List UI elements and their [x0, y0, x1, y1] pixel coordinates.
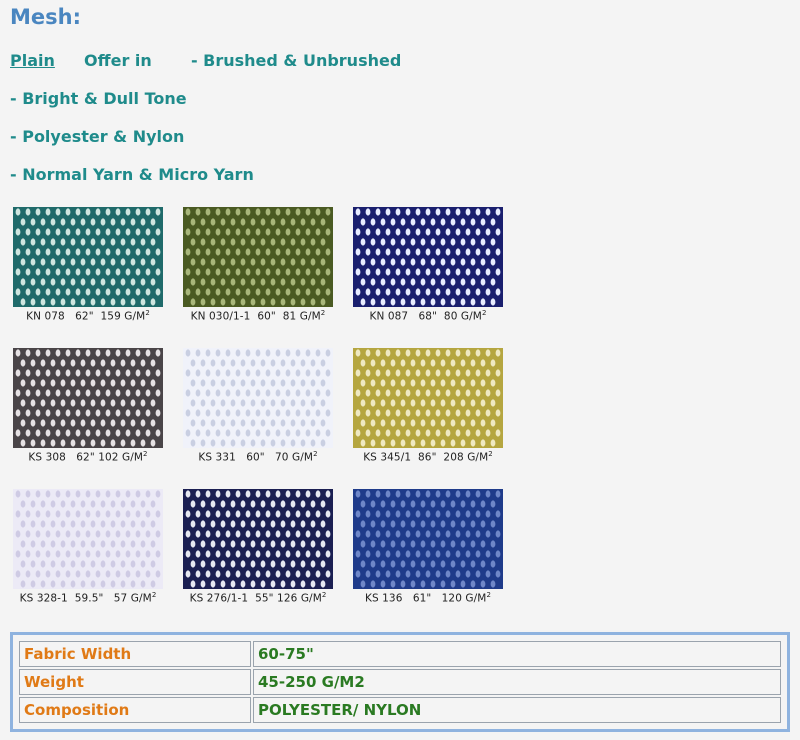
swatch-item[interactable]: KS 136 61" 120 G/M2: [353, 489, 503, 607]
spec-table-frame: Fabric Width 60-75" Weight 45-250 G/M2 C…: [10, 632, 790, 732]
spec-label-fabric-width: Fabric Width: [19, 641, 251, 667]
spec-label-weight: Weight: [19, 669, 251, 695]
swatch-caption: KN 030/1-1 60" 81 G/M2: [190, 309, 326, 323]
swatch-caption: KS 328-1 59.5" 57 G/M2: [19, 591, 157, 605]
swatch-caption: KS 136 61" 120 G/M2: [364, 591, 492, 605]
swatch-item[interactable]: KS 308 62" 102 G/M2: [13, 348, 163, 466]
feature-row-1: Plain Offer in - Brushed & Unbrushed: [10, 51, 401, 70]
feature-bright-dull: - Bright & Dull Tone: [10, 89, 187, 108]
table-row: Weight 45-250 G/M2: [19, 669, 781, 695]
swatch-item[interactable]: KN 030/1-1 60" 81 G/M2: [183, 207, 333, 325]
mesh-swatch-image: [353, 207, 503, 307]
spec-value-weight: 45-250 G/M2: [253, 669, 781, 695]
plain-link[interactable]: Plain: [10, 51, 55, 70]
swatch-item[interactable]: KN 078 62" 159 G/M2: [13, 207, 163, 325]
table-row: Composition POLYESTER/ NYLON: [19, 697, 781, 723]
swatch-caption: KN 087 68" 80 G/M2: [369, 309, 487, 323]
swatch-item[interactable]: KS 331 60" 70 G/M2: [183, 348, 333, 466]
table-row: Fabric Width 60-75": [19, 641, 781, 667]
mesh-swatch-image: [13, 348, 163, 448]
swatch-caption: KN 078 62" 159 G/M2: [26, 309, 150, 323]
mesh-swatch-image: [13, 489, 163, 589]
mesh-swatch-image: [353, 348, 503, 448]
swatch-caption: KS 276/1-1 55" 126 G/M2: [189, 591, 327, 605]
swatch-item[interactable]: KS 345/1 86" 208 G/M2: [353, 348, 503, 466]
spec-value-composition: POLYESTER/ NYLON: [253, 697, 781, 723]
offer-in-label: Offer in: [84, 51, 152, 70]
swatch-item[interactable]: KS 328-1 59.5" 57 G/M2: [13, 489, 163, 607]
feature-yarn: - Normal Yarn & Micro Yarn: [10, 165, 254, 184]
spec-label-composition: Composition: [19, 697, 251, 723]
spec-value-fabric-width: 60-75": [253, 641, 781, 667]
swatch-item[interactable]: KS 276/1-1 55" 126 G/M2: [183, 489, 333, 607]
mesh-swatch-image: [183, 348, 333, 448]
swatch-item[interactable]: KN 087 68" 80 G/M2: [353, 207, 503, 325]
mesh-swatch-image: [13, 207, 163, 307]
mesh-swatch-image: [183, 489, 333, 589]
swatch-caption: KS 345/1 86" 208 G/M2: [363, 450, 493, 464]
spec-table: Fabric Width 60-75" Weight 45-250 G/M2 C…: [17, 639, 783, 725]
feature-polyester-nylon: - Polyester & Nylon: [10, 127, 185, 146]
swatch-caption: KS 331 60" 70 G/M2: [198, 450, 318, 464]
page-title: Mesh:: [10, 5, 81, 29]
mesh-swatch-image: [183, 207, 333, 307]
feature-brushed: - Brushed & Unbrushed: [190, 51, 402, 70]
swatch-caption: KS 308 62" 102 G/M2: [28, 450, 148, 464]
mesh-swatch-image: [353, 489, 503, 589]
